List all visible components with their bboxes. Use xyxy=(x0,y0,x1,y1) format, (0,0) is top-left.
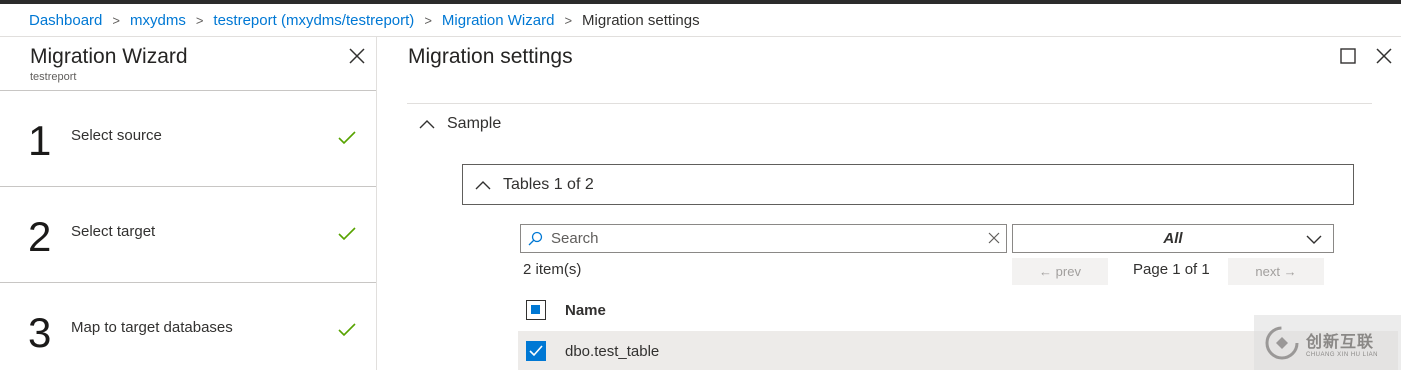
breadcrumb-migration-wizard[interactable]: Migration Wizard xyxy=(442,12,555,29)
wizard-pane: Migration Wizard testreport 1 Select sou… xyxy=(0,37,377,370)
search-icon xyxy=(528,231,543,245)
wizard-step-map-databases[interactable]: 3 Map to target databases xyxy=(0,283,376,370)
chevron-down-icon xyxy=(1306,235,1322,244)
breadcrumb-testreport[interactable]: testreport (mxydms/testreport) xyxy=(213,12,414,29)
check-icon xyxy=(338,323,356,337)
step-number: 3 xyxy=(28,309,52,356)
chevron-up-icon xyxy=(419,120,435,129)
search-input[interactable] xyxy=(551,230,971,247)
maximize-icon[interactable] xyxy=(1340,48,1356,64)
prev-page-button[interactable]: ← prev xyxy=(1012,258,1108,285)
breadcrumb-dashboard[interactable]: Dashboard xyxy=(29,12,102,29)
breadcrumb-separator-icon: > xyxy=(424,12,432,28)
migration-settings-pane: Migration settings Sample Tables 1 of 2 … xyxy=(377,37,1401,370)
close-icon[interactable] xyxy=(347,46,367,66)
wizard-title: Migration Wizard xyxy=(30,45,188,68)
breadcrumb-current: Migration settings xyxy=(582,11,700,29)
chevron-up-icon xyxy=(475,180,491,189)
section-label: Sample xyxy=(447,115,502,132)
select-all-checkbox[interactable] xyxy=(526,300,546,320)
step-number: 1 xyxy=(28,117,52,164)
check-icon xyxy=(338,131,356,145)
step-label: Select source xyxy=(71,127,162,144)
watermark: 创新互联 CHUANG XIN HU LIAN xyxy=(1254,315,1401,370)
search-box xyxy=(520,224,1007,253)
breadcrumb-separator-icon: > xyxy=(112,12,120,28)
watermark-logo-icon xyxy=(1265,326,1299,359)
page-title: Migration settings xyxy=(408,45,573,68)
watermark-cn: 创新互联 xyxy=(1306,333,1375,351)
close-icon[interactable] xyxy=(1374,46,1394,66)
step-number: 2 xyxy=(28,213,52,260)
section-divider xyxy=(407,103,1372,104)
row-checkbox[interactable] xyxy=(526,341,546,361)
section-sample-toggle[interactable]: Sample xyxy=(417,115,501,133)
breadcrumb-mxydms[interactable]: mxydms xyxy=(130,12,186,29)
check-icon xyxy=(529,345,543,357)
wizard-subtitle: testreport xyxy=(30,71,77,83)
tables-accordion[interactable]: Tables 1 of 2 xyxy=(462,164,1354,205)
check-icon xyxy=(338,227,356,241)
step-label: Select target xyxy=(71,223,156,240)
item-count: 2 item(s) xyxy=(523,261,582,278)
clear-icon[interactable] xyxy=(988,232,1000,244)
filter-selected-value: All xyxy=(1163,230,1183,247)
watermark-en: CHUANG XIN HU LIAN xyxy=(1306,351,1379,358)
step-label: Map to target databases xyxy=(71,319,233,336)
tables-label: Tables 1 of 2 xyxy=(503,175,594,193)
breadcrumb: Dashboard > mxydms > testreport (mxydms/… xyxy=(0,4,1401,37)
watermark-text: 创新互联 CHUANG XIN HU LIAN xyxy=(1306,328,1378,358)
table-cell-name: dbo.test_table xyxy=(565,342,660,360)
breadcrumb-separator-icon: > xyxy=(195,12,204,28)
wizard-step-select-target[interactable]: 2 Select target xyxy=(0,187,376,283)
wizard-step-select-source[interactable]: 1 Select source xyxy=(0,91,376,187)
breadcrumb-separator-icon: > xyxy=(564,12,573,28)
column-header-name[interactable]: Name xyxy=(565,302,606,319)
filter-dropdown[interactable]: All xyxy=(1012,224,1334,253)
page-info: Page 1 of 1 xyxy=(1133,261,1210,278)
next-page-button[interactable]: next → xyxy=(1228,258,1324,285)
